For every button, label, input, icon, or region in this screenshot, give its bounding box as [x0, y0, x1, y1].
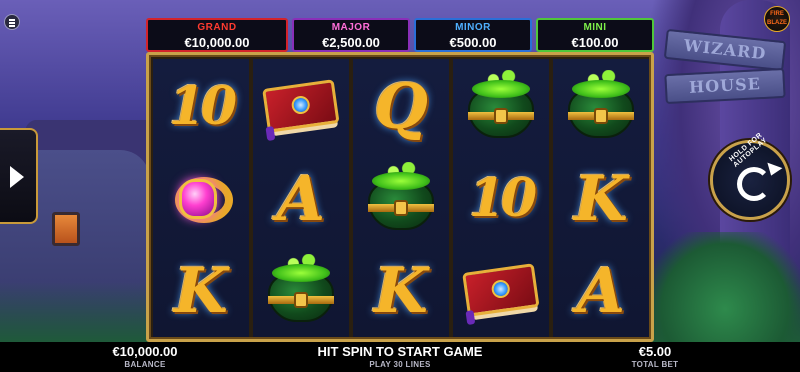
jackpot-major-value: €2,500.00: [322, 35, 380, 50]
jackpot-grand-value: €10,000.00: [184, 35, 250, 50]
jackpot-panel: GRAND €10,000.00 MAJOR €2,500.00 MINOR €…: [146, 18, 654, 52]
jackpot-minor: MINOR €500.00: [414, 18, 532, 52]
reel-cell: [453, 61, 549, 153]
symbol-q: Q: [373, 70, 428, 143]
reel-cell: [453, 245, 549, 337]
symbol-10: 10: [168, 76, 237, 137]
ring-symbol: [165, 167, 237, 231]
reel-cell: [253, 245, 349, 337]
jackpot-major-label: MAJOR: [331, 22, 371, 33]
reel-cell: [253, 61, 349, 153]
jackpot-grand: GRAND €10,000.00: [146, 18, 288, 52]
cauldron-symbol: [464, 70, 538, 144]
bush: [650, 232, 800, 342]
symbol-k: K: [174, 254, 228, 327]
bet-label: TOTAL BET: [631, 360, 679, 369]
reel-4: 10: [453, 59, 549, 337]
cauldron-symbol: [564, 70, 638, 144]
jackpot-minor-label: MINOR: [455, 22, 491, 33]
wizard-house-sign: WIZARD HOUSE: [663, 28, 787, 105]
reel-cell: A: [253, 153, 349, 245]
balance-label: BALANCE: [124, 360, 166, 369]
fire-blaze-logo: FIRE BLAZE: [764, 6, 790, 32]
jackpot-grand-label: GRAND: [197, 22, 237, 33]
spin-control: HOLD FOR AUTOPLAY: [702, 132, 798, 228]
hamburger-icon: [9, 19, 15, 21]
reel-cell: [553, 61, 649, 153]
reel-cell: K: [353, 245, 449, 337]
reel-cell: 10: [453, 153, 549, 245]
logo-text-bottom: BLAZE: [767, 20, 787, 26]
lines-info[interactable]: PLAY 30 LINES: [280, 360, 520, 369]
symbol-a: A: [576, 254, 626, 327]
house-window: [52, 212, 80, 246]
sign-board-top: WIZARD: [663, 28, 787, 72]
bottom-bar: €10,000.00 BALANCE HIT SPIN TO START GAM…: [0, 342, 800, 372]
jackpot-minor-value: €500.00: [449, 35, 497, 50]
reel-cell: K: [153, 245, 249, 337]
jackpot-mini-value: €100.00: [571, 35, 619, 50]
sign-board-bottom: HOUSE: [664, 67, 786, 105]
reel-cell: A: [553, 245, 649, 337]
jackpot-major: MAJOR €2,500.00: [292, 18, 410, 52]
reel-grid: 10 K A Q K 10 K A: [146, 52, 654, 342]
reel-2: A: [253, 59, 349, 337]
side-panel-toggle[interactable]: [0, 128, 38, 224]
spellbook-symbol: [257, 71, 345, 144]
game-message: HIT SPIN TO START GAME: [317, 344, 483, 359]
symbol-k: K: [374, 254, 428, 327]
balance-value: €10,000.00: [112, 344, 178, 359]
jackpot-mini-label: MINI: [583, 22, 607, 33]
symbol-10: 10: [468, 168, 537, 229]
logo-text-top: FIRE: [770, 11, 784, 17]
spellbook-symbol: [457, 255, 545, 328]
symbol-a: A: [276, 162, 326, 235]
reel-3: QK: [353, 59, 449, 337]
symbol-k: K: [574, 162, 628, 235]
reel-1: 10 K: [153, 59, 249, 337]
reel-cell: Q: [353, 61, 449, 153]
jackpot-mini: MINI €100.00: [536, 18, 654, 52]
reel-cell: [153, 153, 249, 245]
bet-value[interactable]: €5.00: [600, 344, 710, 359]
reel-cell: K: [553, 153, 649, 245]
cauldron-symbol: [264, 254, 338, 328]
cauldron-symbol: [364, 162, 438, 236]
reel-cell: 10: [153, 61, 249, 153]
menu-button[interactable]: [4, 14, 20, 30]
reel-cell: [353, 153, 449, 245]
play-arrow-icon: [10, 166, 24, 188]
reel-5: KA: [553, 59, 649, 337]
